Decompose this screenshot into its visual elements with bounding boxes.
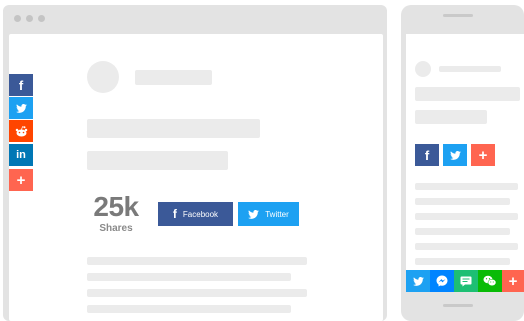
- mobile-text-line-placeholder: [415, 183, 518, 190]
- mobile-subtitle-placeholder: [415, 110, 487, 124]
- phone-home-bar-icon: [443, 304, 473, 307]
- mobile-title-placeholder: [415, 87, 520, 101]
- phone-speaker-icon: [443, 14, 473, 17]
- plus-icon: +: [16, 171, 26, 189]
- bottom-bar-twitter-button[interactable]: [406, 270, 430, 292]
- bottom-bar-wechat-button[interactable]: [478, 270, 502, 292]
- mobile-text-line-placeholder: [415, 258, 510, 265]
- mobile-twitter-button[interactable]: [443, 144, 467, 166]
- twitter-icon: [412, 276, 424, 286]
- mobile-more-button[interactable]: +: [471, 144, 495, 166]
- facebook-button-label: Facebook: [182, 209, 219, 219]
- plus-icon: +: [478, 146, 488, 164]
- window-dot-icon: [14, 15, 21, 22]
- text-line-placeholder: [87, 257, 307, 265]
- text-line-placeholder: [87, 289, 307, 297]
- messenger-icon: [436, 275, 448, 287]
- bottom-bar-sms-button[interactable]: [454, 270, 478, 292]
- mobile-text-line-placeholder: [415, 198, 510, 205]
- mobile-text-line-placeholder: [415, 228, 510, 235]
- facebook-share-button[interactable]: f Facebook: [158, 202, 233, 226]
- sms-icon: [460, 276, 472, 287]
- author-placeholder: [135, 70, 212, 85]
- floating-reddit-button[interactable]: [9, 120, 33, 142]
- text-line-placeholder: [87, 305, 291, 313]
- mobile-facebook-button[interactable]: f: [415, 144, 439, 166]
- twitter-icon: [15, 103, 27, 113]
- plus-icon: +: [508, 272, 518, 290]
- subtitle-placeholder: [87, 151, 228, 170]
- mobile-text-line-placeholder: [415, 243, 518, 250]
- bottom-bar-more-button[interactable]: +: [502, 270, 524, 292]
- title-placeholder: [87, 119, 260, 138]
- linkedin-icon: in: [16, 149, 26, 161]
- twitter-icon: [449, 150, 461, 160]
- floating-linkedin-button[interactable]: in: [9, 144, 33, 166]
- text-line-placeholder: [87, 273, 291, 281]
- mobile-text-line-placeholder: [415, 213, 518, 220]
- window-dot-icon: [26, 15, 33, 22]
- floating-more-button[interactable]: +: [9, 169, 33, 191]
- wechat-icon: [483, 275, 497, 287]
- floating-facebook-button[interactable]: f: [9, 74, 33, 96]
- twitter-button-label: Twitter: [265, 209, 289, 219]
- mobile-author-placeholder: [439, 66, 501, 72]
- mobile-avatar-placeholder: [415, 61, 431, 77]
- facebook-icon: f: [172, 207, 177, 221]
- share-count: 25k: [93, 191, 139, 222]
- floating-twitter-button[interactable]: [9, 97, 33, 119]
- avatar-placeholder: [87, 61, 119, 93]
- bottom-bar-messenger-button[interactable]: [430, 270, 454, 292]
- reddit-icon: [15, 125, 28, 137]
- share-count-label: Shares: [99, 223, 133, 234]
- twitter-share-button[interactable]: Twitter: [238, 202, 299, 226]
- facebook-icon: f: [424, 147, 430, 163]
- window-dot-icon: [38, 15, 45, 22]
- facebook-icon: f: [18, 77, 24, 93]
- twitter-icon: [248, 209, 260, 219]
